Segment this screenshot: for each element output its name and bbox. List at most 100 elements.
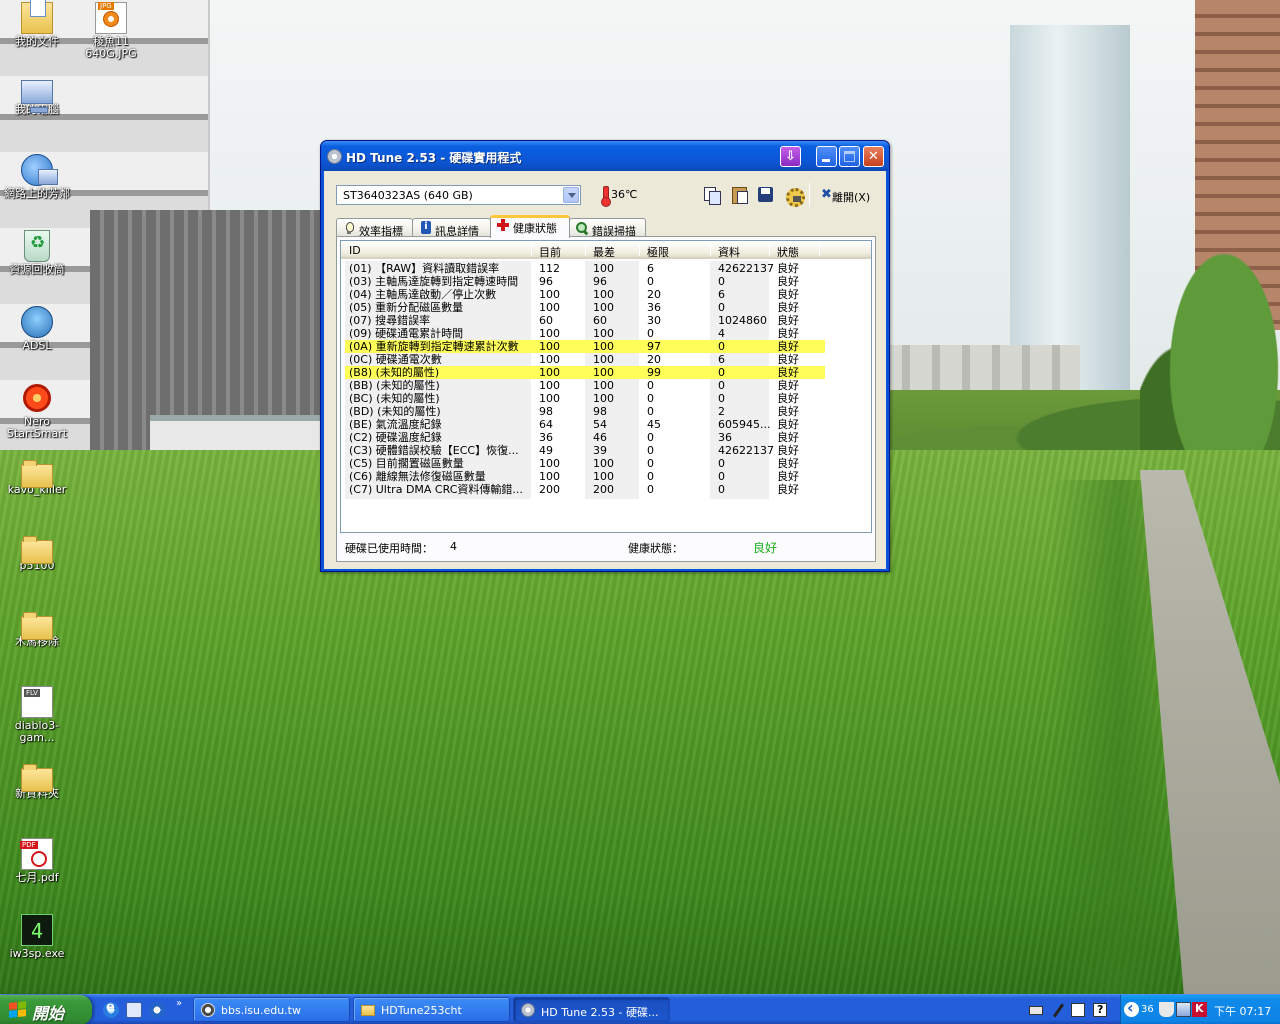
taskbar: 開始 » bbs.isu.edu.tw HDTune253cht HD Tune…	[0, 994, 1280, 1024]
download-button[interactable]: ⇩	[780, 146, 801, 167]
start-button[interactable]: 開始	[0, 995, 92, 1024]
tab-info[interactable]: 訊息詳情	[412, 218, 491, 238]
desktop-icon-trojan-removal[interactable]: 木馬移除	[0, 610, 74, 648]
magnifier-icon	[576, 222, 588, 235]
chevron-left-icon[interactable]	[1124, 998, 1139, 1017]
table-cell: (05) 重新分配磁區數量	[349, 301, 464, 314]
table-cell: (C5) 目前擱置磁區數量	[349, 457, 464, 470]
tray-temperature[interactable]: 36	[1141, 1004, 1154, 1019]
desktop-icon-new-folder[interactable]: 新資料夾	[0, 762, 74, 800]
table-row[interactable]: (C5) 目前擱置磁區數量 100 100 0 0 良好	[345, 457, 825, 470]
table-cell: 良好	[777, 418, 799, 431]
smart-attributes-list[interactable]: ID 目前 最差 極限 資料 狀態 (01) 【RAW】資料讀取錯誤率 112 10	[340, 240, 872, 533]
network-icon[interactable]	[1176, 1002, 1191, 1017]
column-header-data[interactable]: 資料	[718, 244, 740, 260]
desktop-icon-network-places[interactable]: 網路上的芳鄰	[0, 154, 74, 200]
pen-icon[interactable]	[1051, 1003, 1065, 1017]
show-desktop-icon[interactable]	[126, 1002, 142, 1018]
save-button[interactable]	[755, 184, 777, 206]
column-divider[interactable]	[585, 244, 586, 256]
options-button[interactable]	[782, 184, 805, 207]
pdf-file-icon	[20, 838, 53, 870]
table-row[interactable]: (09) 硬碟通電累計時間 100 100 0 4 良好	[345, 327, 825, 340]
chevron-down-icon[interactable]	[563, 187, 579, 203]
column-header-worst[interactable]: 最差	[593, 244, 615, 260]
hdtune-app-icon[interactable]	[327, 149, 342, 164]
table-cell: 100	[593, 470, 614, 483]
table-row[interactable]: (C2) 硬碟溫度紀錄 36 46 0 36 良好	[345, 431, 825, 444]
keyboard-icon[interactable]	[1029, 1006, 1043, 1015]
table-row[interactable]: (BB) (未知的屬性) 100 100 0 0 良好	[345, 379, 825, 392]
taskbar-item-browser[interactable]: bbs.isu.edu.tw	[193, 997, 350, 1022]
table-row[interactable]: (BC) (未知的屬性) 100 100 0 0 良好	[345, 392, 825, 405]
column-header-threshold[interactable]: 極限	[647, 244, 669, 260]
messenger-icon[interactable]	[149, 1002, 165, 1018]
table-cell: 6	[718, 288, 725, 301]
table-row[interactable]: (C7) Ultra DMA CRC資料傳輸錯... 200 200 0 0 良好	[345, 483, 825, 496]
table-row[interactable]: (BE) 氣流溫度紀錄 64 54 45 605945... 良好	[345, 418, 825, 431]
table-cell: 良好	[777, 353, 799, 366]
table-cell: 良好	[777, 301, 799, 314]
desktop-icon-jpg-file[interactable]: 稜魚11 640G.JPG	[74, 2, 148, 60]
desktop-icon-label: 稜魚11 640G.JPG	[85, 35, 137, 60]
table-cell: (01) 【RAW】資料讀取錯誤率	[349, 262, 500, 275]
taskbar-item-folder[interactable]: HDTune253cht	[353, 997, 510, 1022]
table-row[interactable]: (BD) (未知的屬性) 98 98 0 2 良好	[345, 405, 825, 418]
exit-button[interactable]: ✖ 離開(X)	[816, 183, 876, 207]
table-row[interactable]: (03) 主軸馬達旋轉到指定轉速時間 96 96 0 0 良好	[345, 275, 825, 288]
desktop-icon-my-computer[interactable]: 我的電腦	[0, 78, 74, 116]
desktop-icon-adsl[interactable]: ADSL	[0, 306, 74, 352]
shield-icon[interactable]	[1159, 1002, 1174, 1017]
table-row[interactable]: (0C) 硬碟通電次數 100 100 20 6 良好	[345, 353, 825, 366]
column-divider[interactable]	[769, 244, 770, 256]
table-row[interactable]: (07) 搜尋錯誤率 60 60 30 1024860 良好	[345, 314, 825, 327]
desktop-icon-recycle-bin[interactable]: 資源回收筒	[0, 230, 74, 276]
language-bar-icon[interactable]	[1071, 1003, 1085, 1017]
desktop-icon-label: 資源回收筒	[9, 263, 65, 276]
copy-all-button[interactable]	[728, 184, 750, 206]
folder-icon	[21, 460, 53, 488]
table-cell: 0	[718, 275, 725, 288]
desktop-icon-iw3sp-exe[interactable]: iw3sp.exe	[0, 914, 74, 960]
desktop-icon-july-pdf[interactable]: 七月.pdf	[0, 838, 74, 884]
tab-error-scan[interactable]: 錯誤掃描	[569, 218, 646, 238]
column-divider[interactable]	[639, 244, 640, 256]
table-row[interactable]: (C6) 離線無法修復磁區數量 100 100 0 0 良好	[345, 470, 825, 483]
table-row[interactable]: (B8) (未知的屬性) 100 100 99 0 良好	[345, 366, 825, 379]
table-row[interactable]: (01) 【RAW】資料讀取錯誤率 112 100 6 42622137 良好	[345, 262, 825, 275]
desktop-icon-nero[interactable]: Nero StartSmart	[0, 382, 74, 440]
table-cell: 100	[593, 366, 614, 379]
internet-explorer-icon[interactable]	[103, 1000, 119, 1018]
column-divider[interactable]	[819, 244, 820, 256]
table-row[interactable]: (05) 重新分配磁區數量 100 100 36 0 良好	[345, 301, 825, 314]
tab-health[interactable]: 健康狀態	[490, 215, 570, 238]
tab-benchmark[interactable]: 效率指標	[336, 218, 413, 238]
desktop-icon-my-documents[interactable]: 我的文件	[0, 0, 74, 48]
column-divider[interactable]	[710, 244, 711, 256]
column-divider[interactable]	[531, 244, 532, 256]
close-button[interactable]: ✕	[863, 146, 884, 167]
drive-select[interactable]: ST3640323AS (640 GB)	[336, 185, 581, 205]
health-status-value: 良好	[753, 541, 778, 555]
kaspersky-icon[interactable]	[1192, 1002, 1207, 1017]
column-header-status[interactable]: 狀態	[777, 244, 799, 260]
table-row[interactable]: (04) 主軸馬達啟動／停止次數 100 100 20 6 良好	[345, 288, 825, 301]
system-tray: 36 下午 07:17	[1120, 995, 1280, 1024]
help-icon[interactable]	[1093, 1003, 1107, 1017]
desktop-icon-p5100[interactable]: p5100	[0, 534, 74, 572]
desktop-icon-kavo-killer[interactable]: kavo_killer	[0, 458, 74, 496]
table-row[interactable]: (0A) 重新旋轉到指定轉速累計次數 100 100 97 0 良好	[345, 340, 825, 353]
column-header-id[interactable]: ID	[349, 244, 361, 257]
quick-launch-more-icon[interactable]: »	[176, 998, 182, 1009]
exe-file-icon	[21, 914, 53, 946]
table-row[interactable]: (C3) 硬體錯誤校驗【ECC】恢復... 49 39 0 42622137 良好	[345, 444, 825, 457]
table-cell: 6	[718, 353, 725, 366]
column-header-current[interactable]: 目前	[539, 244, 561, 260]
maximize-button[interactable]	[839, 146, 860, 167]
taskbar-item-hdtune[interactable]: HD Tune 2.53 - 硬碟...	[513, 997, 670, 1022]
title-bar[interactable]: HD Tune 2.53 - 硬碟實用程式 ⇩ ✕	[321, 141, 889, 171]
copy-button[interactable]	[701, 184, 723, 206]
desktop-icon-diablo3-flv[interactable]: diablo3-gam...	[0, 686, 74, 744]
minimize-button[interactable]	[816, 146, 837, 167]
clock[interactable]: 下午 07:17	[1214, 1003, 1271, 1019]
